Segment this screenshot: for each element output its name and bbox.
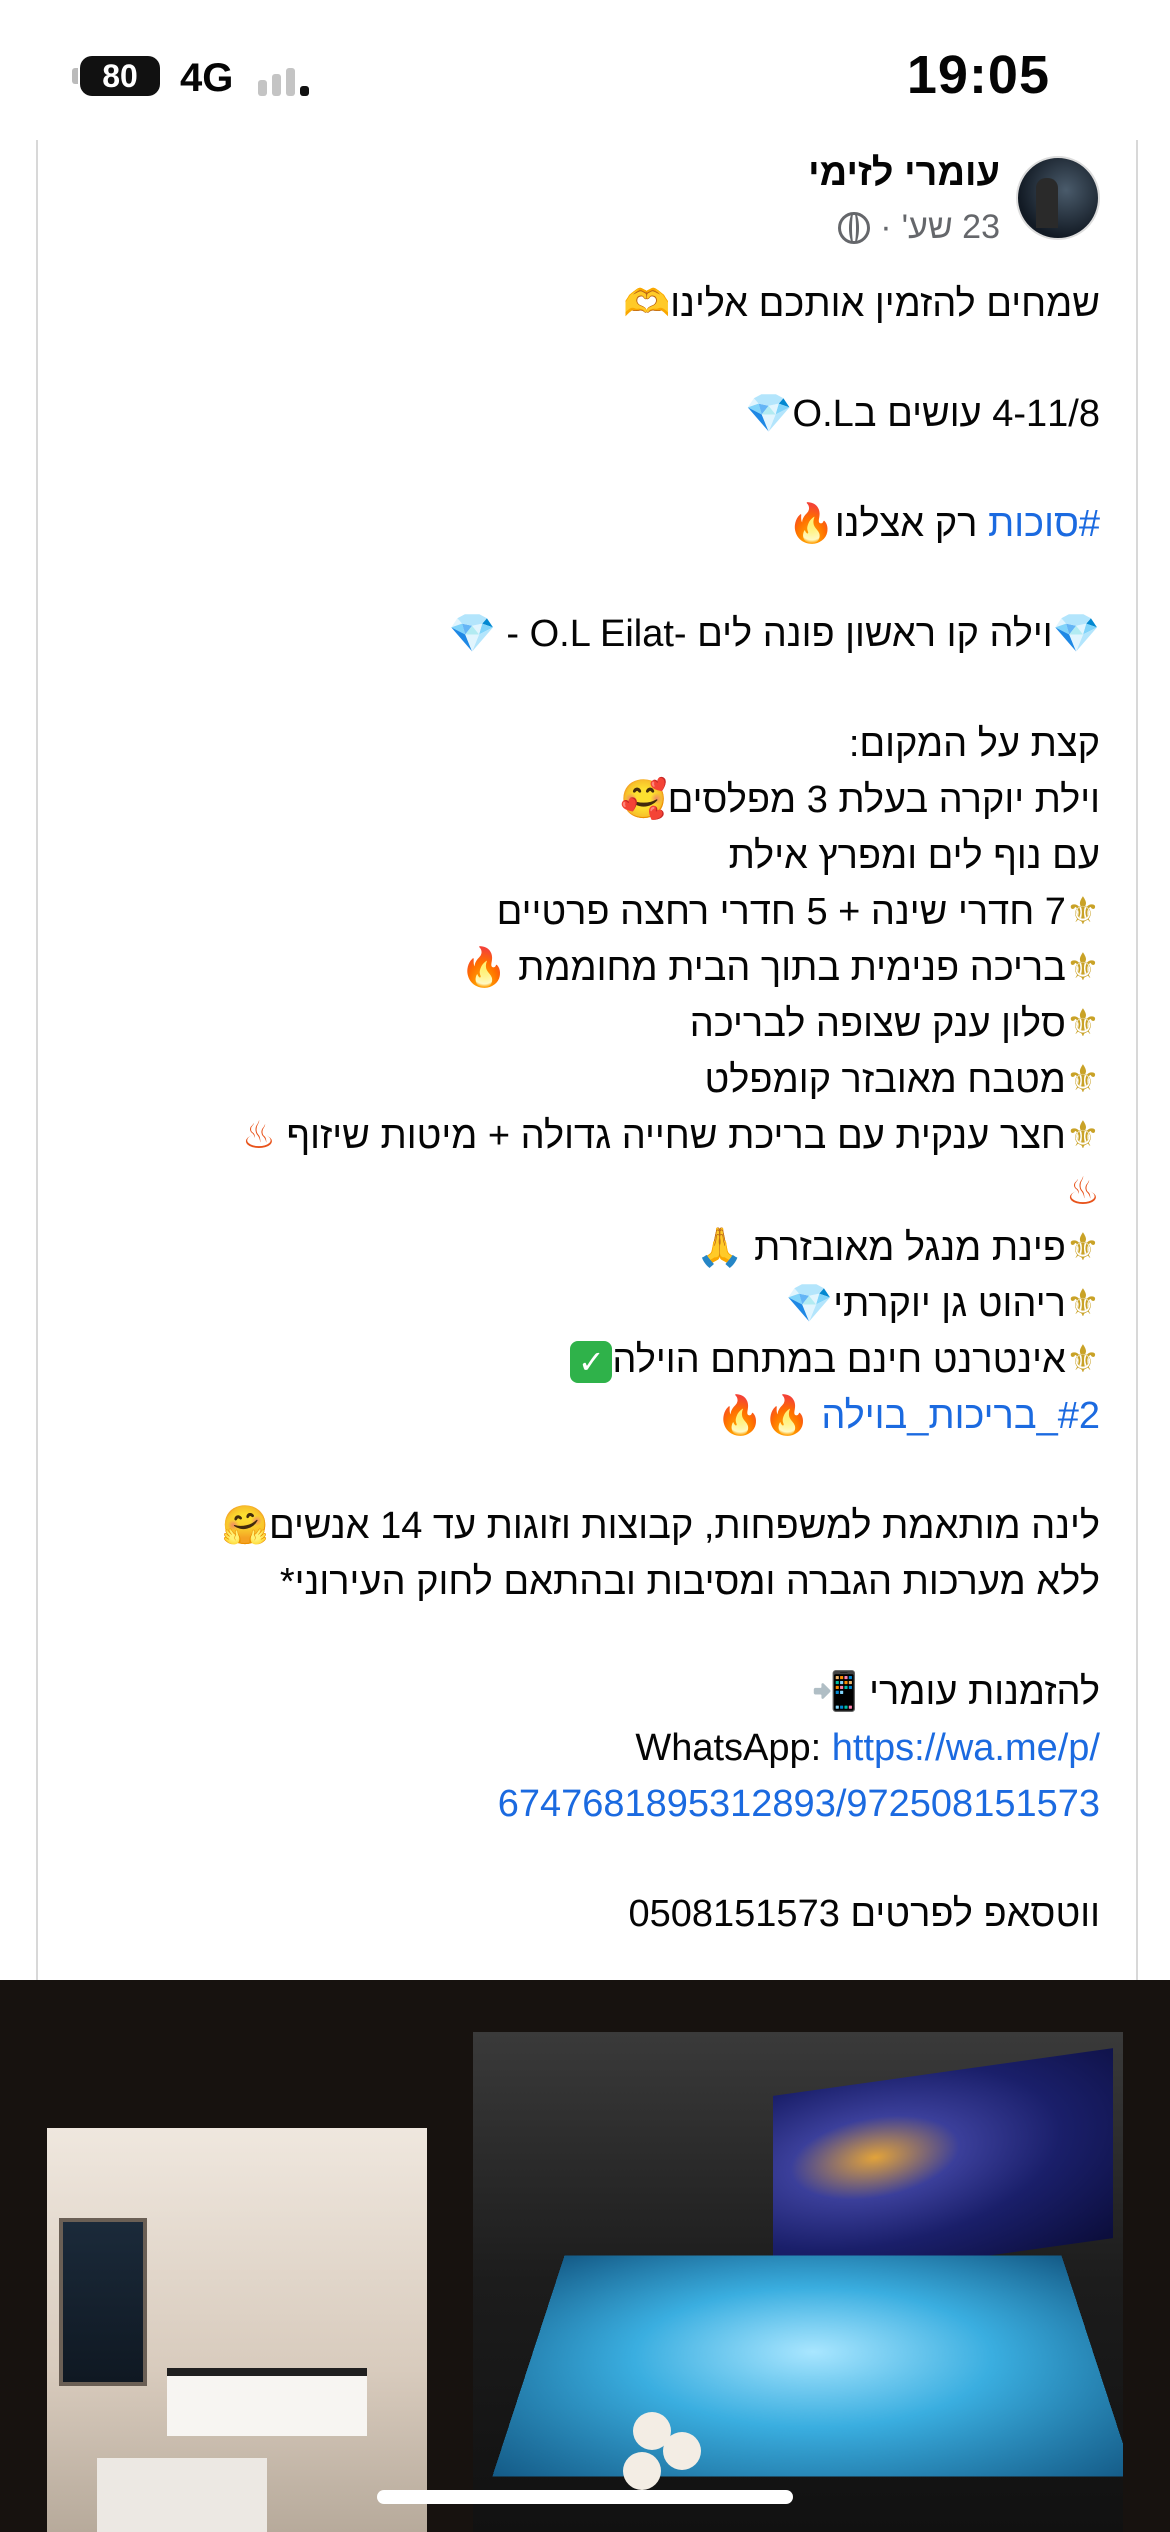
mobile-phone-icon: 📲 — [811, 1671, 859, 1713]
post-line: קצת על המקום: — [848, 723, 1100, 765]
fleur-de-lis-icon: ⚜ — [1065, 1115, 1100, 1157]
fleur-de-lis-icon: ⚜ — [1065, 1339, 1100, 1381]
post-line: להזמנות עומרי 📲 — [60, 1664, 1100, 1720]
hugging-face-icon: 🤗 — [221, 1505, 269, 1547]
hot-springs-icon: ♨ — [241, 1115, 276, 1157]
diamond-icon: 💎 — [1052, 613, 1100, 655]
post-line: ⚜ריהוט גן יוקרתי💎 — [60, 1276, 1100, 1332]
post-line: ווטסאפ לפרטים 0508151573 — [628, 1893, 1101, 1935]
post-line: שמחים להזמין אותכם אלינו🫶 — [60, 276, 1100, 332]
post-meta: 23 שע' · — [838, 208, 1000, 247]
post-line: 6747681895312893/972508151573 — [60, 1776, 1100, 1832]
room-bed — [167, 2368, 367, 2436]
battery-indicator: 80 — [72, 56, 160, 96]
post-time[interactable]: 23 שע' — [902, 208, 1000, 247]
clock: 19:05 — [906, 45, 1050, 105]
signal-icon — [258, 60, 318, 96]
photo-gallery — [0, 1980, 1170, 2532]
avatar[interactable] — [1016, 156, 1100, 240]
post-line: עם נוף לים ומפרץ אילת — [728, 835, 1100, 877]
post-line: ⚜פינת מנגל מאובזרת 🙏 — [60, 1220, 1100, 1276]
pool-water — [492, 2255, 1123, 2477]
post-line: ⚜חצר ענקית עם בריכת שחייה גדולה + מיטות … — [60, 1108, 1100, 1164]
fire-icon: 🔥🔥 — [716, 1395, 811, 1437]
post-line: ♨ — [60, 1164, 1100, 1220]
fire-icon: 🔥 — [787, 503, 835, 545]
fleur-de-lis-icon: ⚜ — [1065, 1283, 1100, 1325]
fleur-de-lis-icon: ⚜ — [1065, 1227, 1100, 1269]
room-window — [59, 2218, 147, 2386]
fleur-de-lis-icon: ⚜ — [1065, 947, 1100, 989]
room-table — [97, 2458, 267, 2532]
diamond-icon: 💎 — [785, 1283, 834, 1325]
folded-hands-icon: 🙏 — [696, 1227, 744, 1269]
post-line: 💎וילה קו ראשון פונה לים -O.L Eilat - 💎 — [60, 606, 1100, 662]
whatsapp-link[interactable]: 6747681895312893/972508151573 — [498, 1783, 1100, 1825]
hashtag-link[interactable]: #סוכות — [988, 503, 1100, 545]
fire-icon: 🔥 — [460, 947, 508, 989]
hands-heart-icon: 🫶 — [622, 283, 671, 325]
fleur-de-lis-icon: ⚜ — [1065, 891, 1100, 933]
post-line: וילת יוקרה בעלת 3 מפלסים🥰 — [60, 772, 1100, 828]
post-line: WhatsApp: https://wa.me/p/ — [635, 1727, 1100, 1769]
candle — [623, 2452, 661, 2490]
wall-artwork — [773, 2048, 1113, 2286]
post-line: ⚜סלון ענק שצופה לבריכה — [689, 1003, 1100, 1045]
hot-springs-icon: ♨ — [1065, 1171, 1100, 1213]
hashtag-link[interactable]: #2_בריכות_בוילה — [821, 1395, 1100, 1437]
status-bar: 80 4G 19:05 — [0, 0, 1170, 150]
post-card: עומרי לזימי 23 שע' · שמחים להזמין אותכם … — [36, 140, 1138, 1980]
smiling-hearts-icon: 🥰 — [620, 779, 668, 821]
post-line: 4-11/8 עושים בO.L💎 — [60, 386, 1100, 442]
post-line: לינה מותאמת למשפחות, קבוצות וזוגות עד 14… — [60, 1498, 1100, 1554]
home-indicator[interactable] — [377, 2490, 793, 2504]
globe-icon — [838, 211, 871, 244]
diamond-icon: 💎 — [448, 613, 496, 655]
fleur-de-lis-icon: ⚜ — [1065, 1059, 1100, 1101]
network-type: 4G — [180, 56, 234, 100]
bedroom-photo[interactable] — [47, 2128, 427, 2532]
pool-photo[interactable] — [473, 2032, 1123, 2532]
post-line: #סוכות רק אצלנו🔥 — [60, 496, 1100, 552]
meta-separator: · — [880, 208, 892, 246]
post-header: עומרי לזימי 23 שע' · — [38, 140, 1136, 270]
post-line: ⚜בריכה פנימית בתוך הבית מחוממת 🔥 — [60, 940, 1100, 996]
post-body: שמחים להזמין אותכם אלינו🫶 4-11/8 עושים ב… — [60, 276, 1100, 1942]
check-mark-icon: ✓ — [570, 1340, 613, 1383]
author-name[interactable]: עומרי לזימי — [808, 152, 1000, 195]
whatsapp-link[interactable]: https://wa.me/p/ — [832, 1727, 1100, 1769]
post-line: ללא מערכות הגברה ומסיבות ובהתאם לחוק העי… — [279, 1561, 1100, 1603]
post-line: ⚜7 חדרי שינה + 5 חדרי רחצה פרטיים — [496, 891, 1100, 933]
post-line: #2_בריכות_בוילה 🔥🔥 — [60, 1388, 1100, 1444]
post-line: ⚜אינטרנט חינם במתחם הוילה✓ — [60, 1332, 1100, 1388]
diamond-icon: 💎 — [745, 393, 793, 435]
post-line: ⚜מטבח מאובזר קומפלט — [704, 1059, 1100, 1101]
fleur-de-lis-icon: ⚜ — [1065, 1003, 1100, 1045]
candle — [663, 2432, 701, 2470]
